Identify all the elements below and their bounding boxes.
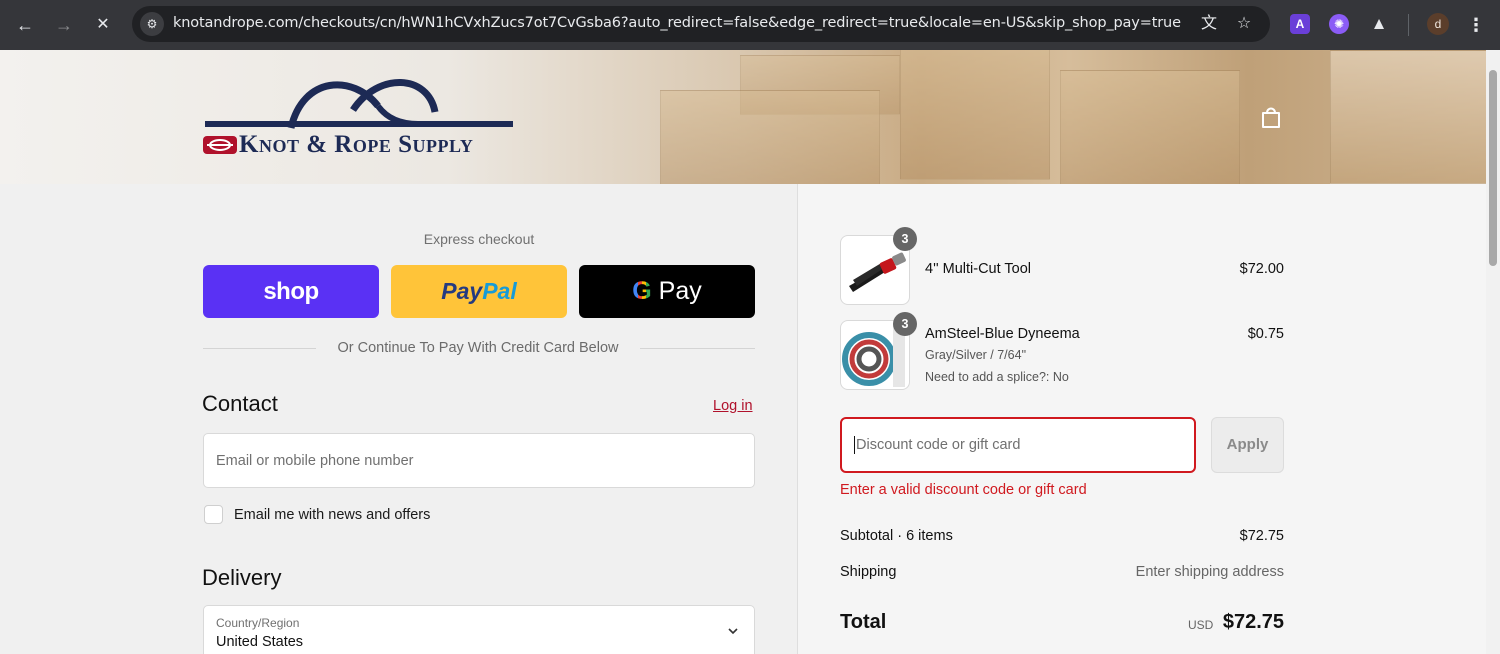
forward-arrow-icon[interactable]: → bbox=[51, 12, 77, 38]
discount-code-input[interactable]: Discount code or gift card bbox=[840, 417, 1196, 473]
store-logo[interactable]: Knot & Rope Supply bbox=[203, 76, 523, 160]
knot-emblem-icon bbox=[203, 136, 237, 154]
shipping-label: Shipping bbox=[840, 564, 897, 580]
or-continue-text: Or Continue To Pay With Credit Card Belo… bbox=[337, 340, 619, 356]
item-price: $0.75 bbox=[1247, 326, 1284, 342]
apply-discount-button[interactable]: Apply bbox=[1211, 417, 1284, 473]
more-menu-icon[interactable]: ⋮ bbox=[1466, 12, 1486, 38]
google-pay-button[interactable]: G Pay bbox=[579, 265, 755, 318]
extensions-puzzle-icon[interactable]: ▲ bbox=[1369, 14, 1389, 34]
scrollbar-thumb[interactable] bbox=[1489, 70, 1497, 266]
url-text[interactable]: knotandrope.com/checkouts/cn/hWN1hCVxhZu… bbox=[173, 15, 1181, 31]
discount-error-message: Enter a valid discount code or gift card bbox=[840, 482, 1087, 498]
toolbar-divider bbox=[1408, 14, 1409, 36]
extension-a-icon[interactable]: A bbox=[1290, 14, 1310, 34]
express-checkout-title: Express checkout bbox=[423, 231, 535, 247]
checkout-form-column bbox=[0, 184, 798, 654]
login-link[interactable]: Log in bbox=[713, 398, 753, 414]
divider-line bbox=[640, 348, 755, 349]
browser-toolbar: ← → ✕ ⚙ knotandrope.com/checkouts/cn/hWN… bbox=[0, 0, 1500, 50]
shopping-bag-icon[interactable] bbox=[1260, 105, 1282, 129]
google-pay-label: Pay bbox=[651, 277, 702, 305]
background-box bbox=[1060, 70, 1240, 184]
delivery-heading: Delivery bbox=[202, 565, 282, 590]
background-box bbox=[660, 90, 880, 184]
email-field[interactable]: Email or mobile phone number bbox=[203, 433, 755, 488]
quantity-badge: 3 bbox=[893, 227, 917, 251]
header-banner: Knot & Rope Supply bbox=[0, 50, 1486, 184]
translate-icon[interactable]: 文 bbox=[1198, 13, 1220, 35]
newsletter-checkbox[interactable] bbox=[204, 505, 223, 524]
text-caret bbox=[854, 436, 855, 455]
rope-arc-icon bbox=[205, 79, 513, 129]
country-value: United States bbox=[216, 634, 304, 650]
item-price: $72.00 bbox=[1239, 261, 1284, 277]
total-label: Total bbox=[840, 611, 887, 633]
item-note: Need to add a splice?: No bbox=[925, 370, 1069, 384]
quantity-badge: 3 bbox=[893, 312, 917, 336]
shipping-value: Enter shipping address bbox=[1135, 564, 1284, 580]
logo-wordmark: Knot & Rope Supply bbox=[239, 131, 474, 158]
total-value: $72.75 bbox=[1222, 611, 1284, 633]
paypal-button[interactable]: PayPal bbox=[391, 265, 567, 318]
address-bar[interactable]: ⚙ knotandrope.com/checkouts/cn/hWN1hCVxh… bbox=[132, 6, 1270, 42]
shop-pay-button[interactable]: shop bbox=[203, 265, 379, 318]
google-g-icon: G bbox=[632, 277, 652, 305]
total-currency: USD bbox=[1188, 618, 1214, 632]
item-name: 4'' Multi-Cut Tool bbox=[925, 261, 1032, 277]
paypal-label-pal: Pal bbox=[482, 278, 517, 304]
divider-line bbox=[203, 348, 316, 349]
back-arrow-icon[interactable]: ← bbox=[12, 12, 38, 38]
country-select[interactable]: Country/Region United States bbox=[203, 605, 755, 654]
item-name: AmSteel-Blue Dyneema bbox=[925, 326, 1080, 342]
extension-purple-icon[interactable]: ✺ bbox=[1329, 14, 1349, 34]
chevron-down-icon bbox=[728, 628, 738, 635]
subtotal-label: Subtotal · 6 items bbox=[840, 528, 953, 544]
site-info-icon[interactable]: ⚙ bbox=[140, 12, 164, 36]
profile-avatar[interactable]: d bbox=[1427, 13, 1449, 35]
contact-heading: Contact bbox=[202, 391, 278, 416]
background-box bbox=[1330, 50, 1486, 184]
bookmark-star-icon[interactable]: ☆ bbox=[1233, 13, 1255, 35]
discount-placeholder: Discount code or gift card bbox=[856, 437, 1021, 453]
country-label: Country/Region bbox=[216, 616, 300, 630]
newsletter-label[interactable]: Email me with news and offers bbox=[234, 507, 430, 523]
paypal-label-pay: Pay bbox=[441, 278, 483, 304]
subtotal-value: $72.75 bbox=[1239, 528, 1284, 544]
stop-loading-icon[interactable]: ✕ bbox=[90, 12, 116, 38]
background-box bbox=[900, 50, 1050, 180]
item-variant: Gray/Silver / 7/64" bbox=[925, 348, 1027, 362]
page-scrollbar[interactable] bbox=[1486, 50, 1500, 654]
